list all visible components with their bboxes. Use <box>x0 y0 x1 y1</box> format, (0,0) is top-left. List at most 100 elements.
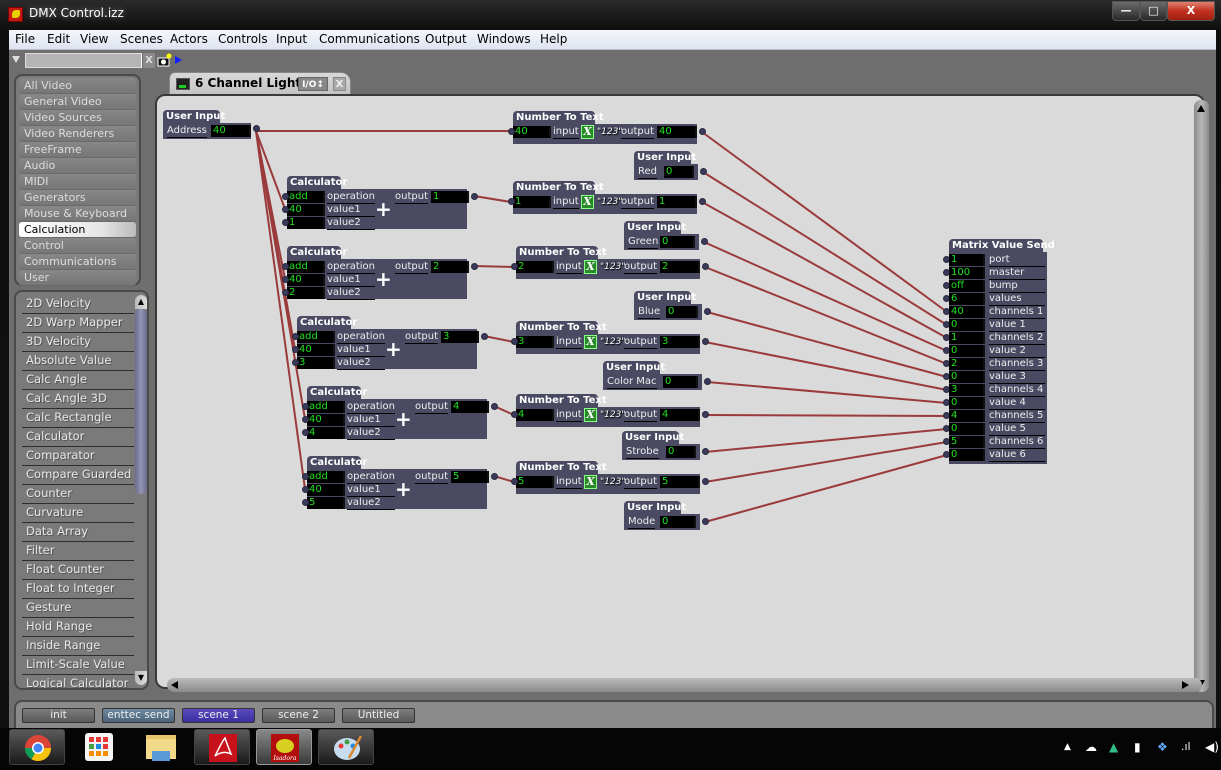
operation-field[interactable]: add <box>297 331 335 343</box>
wire[interactable] <box>473 265 515 268</box>
operation-field[interactable]: add <box>307 401 345 413</box>
matrix-value-field[interactable]: 1 <box>949 254 985 266</box>
port[interactable] <box>511 338 518 345</box>
menu-actors[interactable]: Actors <box>170 32 208 46</box>
menu-input[interactable]: Input <box>276 32 307 46</box>
port[interactable] <box>302 486 309 493</box>
user-input-value[interactable]: 0 <box>664 166 694 178</box>
patch-canvas[interactable]: User Input Address 40 Calculator add 40 1 opera… <box>155 94 1205 689</box>
scene-init[interactable]: init <box>22 708 95 723</box>
minimize-button[interactable]: — <box>1112 1 1140 21</box>
port[interactable] <box>282 276 289 283</box>
matrix-value-field[interactable]: 40 <box>949 306 985 318</box>
expression-icon[interactable]: X <box>584 260 597 274</box>
port[interactable] <box>702 518 709 525</box>
port[interactable] <box>511 478 518 485</box>
chrome-icon[interactable] <box>9 729 65 765</box>
port[interactable] <box>702 263 709 270</box>
power-icon[interactable]: ▮ <box>1134 740 1141 754</box>
matrix-value-field[interactable]: 1 <box>949 332 985 344</box>
expression-icon[interactable]: X <box>584 475 597 489</box>
value2-field[interactable]: 5 <box>307 497 345 509</box>
port[interactable] <box>491 403 498 410</box>
matrix-value-field[interactable]: 0 <box>949 423 985 435</box>
actor-item[interactable]: Comparator <box>22 447 134 466</box>
wire[interactable] <box>706 311 948 378</box>
value2-field[interactable]: 4 <box>307 427 345 439</box>
matrix-value-field[interactable]: 0 <box>949 345 985 357</box>
actor-item[interactable]: Calc Rectangle <box>22 409 134 428</box>
address-value[interactable]: 40 <box>211 125 251 137</box>
port[interactable] <box>701 238 708 245</box>
scene-2[interactable]: scene 2 <box>262 708 335 723</box>
search-clear-button[interactable]: X <box>143 53 155 68</box>
port[interactable] <box>292 333 299 340</box>
port[interactable] <box>704 378 711 385</box>
actor-item[interactable]: Float to Integer <box>22 580 134 599</box>
category-item[interactable]: All Video <box>19 78 136 94</box>
actor-item[interactable]: 2D Warp Mapper <box>22 314 134 333</box>
user-input-value[interactable]: 0 <box>660 516 696 528</box>
value2-field[interactable]: 2 <box>287 287 325 299</box>
scene-untitled[interactable]: Untitled <box>342 708 415 723</box>
matrix-value-field[interactable]: 0 <box>949 449 985 461</box>
filter-toggle-icon[interactable] <box>12 56 20 63</box>
input-field[interactable]: 40 <box>513 126 551 138</box>
menu-view[interactable]: View <box>80 32 108 46</box>
value1-field[interactable]: 40 <box>307 414 345 426</box>
category-item[interactable]: FreeFrame <box>19 142 136 158</box>
play-icon[interactable] <box>175 56 182 64</box>
wire[interactable] <box>473 195 512 203</box>
port[interactable] <box>704 308 711 315</box>
actor-item[interactable]: Gesture <box>22 599 134 618</box>
matrix-value-field[interactable]: 0 <box>949 371 985 383</box>
actor-item[interactable]: Hold Range <box>22 618 134 637</box>
matrix-value-field[interactable]: 3 <box>949 384 985 396</box>
input-field[interactable]: 2 <box>516 261 554 273</box>
paint-icon[interactable] <box>318 729 374 765</box>
matrix-value-field[interactable]: 2 <box>949 358 985 370</box>
actor-item[interactable]: Logical Calculator <box>22 675 134 688</box>
tab-6-channel-light[interactable]: 6 Channel Light I/O↕ X <box>169 72 351 94</box>
actor-item[interactable]: Calc Angle 3D <box>22 390 134 409</box>
canvas-horizontal-scrollbar[interactable] <box>167 678 1202 692</box>
actor-item[interactable]: Filter <box>22 542 134 561</box>
port[interactable] <box>702 448 709 455</box>
menu-scenes[interactable]: Scenes <box>120 32 163 46</box>
port[interactable] <box>282 289 289 296</box>
scroll-left-arrow-icon[interactable] <box>171 681 178 689</box>
apps-grid-icon[interactable] <box>70 729 126 765</box>
category-item[interactable]: User <box>19 270 136 286</box>
scroll-thumb[interactable] <box>135 309 147 494</box>
scene-enttec-send[interactable]: enttec send <box>102 708 175 723</box>
menu-output[interactable]: Output <box>425 32 467 46</box>
google-drive-icon[interactable]: ▲ <box>1109 740 1118 754</box>
value2-field[interactable]: 3 <box>297 357 335 369</box>
menu-help[interactable]: Help <box>540 32 567 46</box>
signal-icon[interactable]: .ıl <box>1181 740 1191 753</box>
port[interactable] <box>702 478 709 485</box>
scroll-up-arrow-icon[interactable]: ▲ <box>135 295 147 309</box>
wire[interactable] <box>703 241 948 352</box>
port[interactable] <box>511 263 518 270</box>
port[interactable] <box>699 128 706 135</box>
port[interactable] <box>282 193 289 200</box>
category-item[interactable]: Generators <box>19 190 136 206</box>
menu-edit[interactable]: Edit <box>47 32 70 46</box>
maximize-button[interactable]: □ <box>1140 1 1167 21</box>
file-explorer-icon[interactable] <box>132 729 188 765</box>
input-field[interactable]: 5 <box>516 476 554 488</box>
matrix-value-field[interactable]: 0 <box>949 397 985 409</box>
wire[interactable] <box>706 381 948 404</box>
value1-field[interactable]: 40 <box>297 344 335 356</box>
category-item[interactable]: Control <box>19 238 136 254</box>
expression-icon[interactable]: X <box>581 195 594 209</box>
scroll-right-arrow-icon[interactable] <box>1182 681 1189 689</box>
title-bar[interactable]: DMX Control.izz — □ X <box>0 0 1221 30</box>
canvas-vertical-scrollbar[interactable] <box>1194 100 1209 692</box>
category-item[interactable]: MIDI <box>19 174 136 190</box>
user-input-value[interactable]: 0 <box>660 236 695 248</box>
onedrive-icon[interactable]: ☁ <box>1085 740 1097 754</box>
port[interactable] <box>253 125 260 132</box>
matrix-value-field[interactable]: 4 <box>949 410 985 422</box>
